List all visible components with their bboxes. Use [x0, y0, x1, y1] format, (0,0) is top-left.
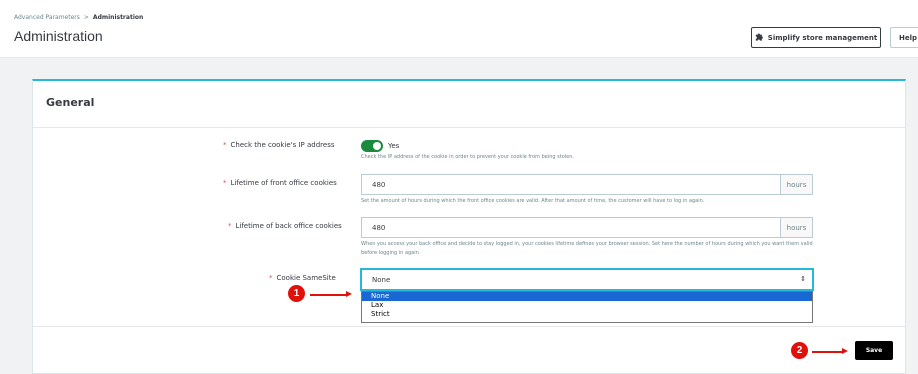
front-lifetime-help: Set the amount of hours during which the… — [361, 198, 705, 204]
front-lifetime-label-text: Lifetime of front office cookies — [230, 179, 337, 187]
breadcrumb-separator: > — [83, 14, 89, 21]
breadcrumb-parent[interactable]: Advanced Parameters — [14, 14, 80, 21]
puzzle-icon — [755, 33, 763, 41]
simplify-store-management-label: Simplify store management — [767, 33, 878, 42]
front-lifetime-unit: hours — [781, 174, 813, 195]
callout-two-arrowhead — [842, 348, 848, 354]
front-lifetime-label: * Lifetime of front office cookies — [223, 179, 337, 187]
help-label: Help — [899, 33, 918, 42]
page-header: Advanced Parameters > Administration Admin… — [0, 0, 918, 58]
back-lifetime-unit: hours — [781, 217, 813, 238]
ip-check-label-text: Check the cookie's IP address — [230, 141, 335, 149]
help-button[interactable]: Help — [890, 27, 918, 48]
back-lifetime-help: When you access your back office and dec… — [361, 241, 813, 256]
required-marker: * — [269, 274, 273, 282]
back-lifetime-label: * Lifetime of back office cookies — [228, 222, 342, 230]
simplify-store-management-button[interactable]: Simplify store management — [751, 27, 881, 48]
required-marker: * — [223, 141, 227, 149]
callout-one-arrowhead — [346, 291, 352, 297]
page-title: Administration — [14, 28, 103, 44]
samesite-option-lax[interactable]: Lax — [362, 301, 812, 310]
back-lifetime-label-text: Lifetime of back office cookies — [235, 222, 342, 230]
callout-one: 1 — [288, 285, 305, 302]
samesite-option-none[interactable]: None — [362, 292, 812, 301]
select-arrows-icon: ⇕ — [800, 275, 806, 283]
callout-two: 2 — [791, 342, 808, 359]
card-divider — [33, 127, 905, 128]
samesite-label: * Cookie SameSite — [269, 274, 336, 282]
required-marker: * — [228, 222, 232, 230]
ip-check-toggle-value: Yes — [388, 142, 400, 150]
toggle-knob — [373, 142, 381, 150]
required-marker: * — [223, 179, 227, 187]
card-title: General — [46, 96, 95, 109]
save-button[interactable]: Save — [855, 341, 893, 360]
general-settings-card: General * Check the cookie's IP address Y… — [32, 79, 906, 374]
breadcrumb: Advanced Parameters > Administration — [14, 14, 143, 21]
samesite-label-text: Cookie SameSite — [276, 274, 336, 282]
card-footer-divider — [33, 326, 905, 327]
front-lifetime-input[interactable]: 480 — [361, 174, 781, 195]
callout-one-arrow — [310, 294, 348, 296]
samesite-select[interactable]: None ⇕ — [361, 269, 813, 290]
callout-two-arrow — [812, 351, 844, 353]
samesite-selected-value: None — [372, 275, 391, 284]
samesite-option-strict[interactable]: Strict — [362, 310, 812, 319]
ip-check-toggle[interactable] — [361, 140, 383, 152]
samesite-dropdown: None Lax Strict — [361, 291, 813, 323]
breadcrumb-current: Administration — [92, 14, 144, 21]
ip-check-label: * Check the cookie's IP address — [223, 141, 335, 149]
back-lifetime-input[interactable]: 480 — [361, 217, 781, 238]
ip-check-help: Check the IP address of the cookie in or… — [361, 154, 575, 160]
